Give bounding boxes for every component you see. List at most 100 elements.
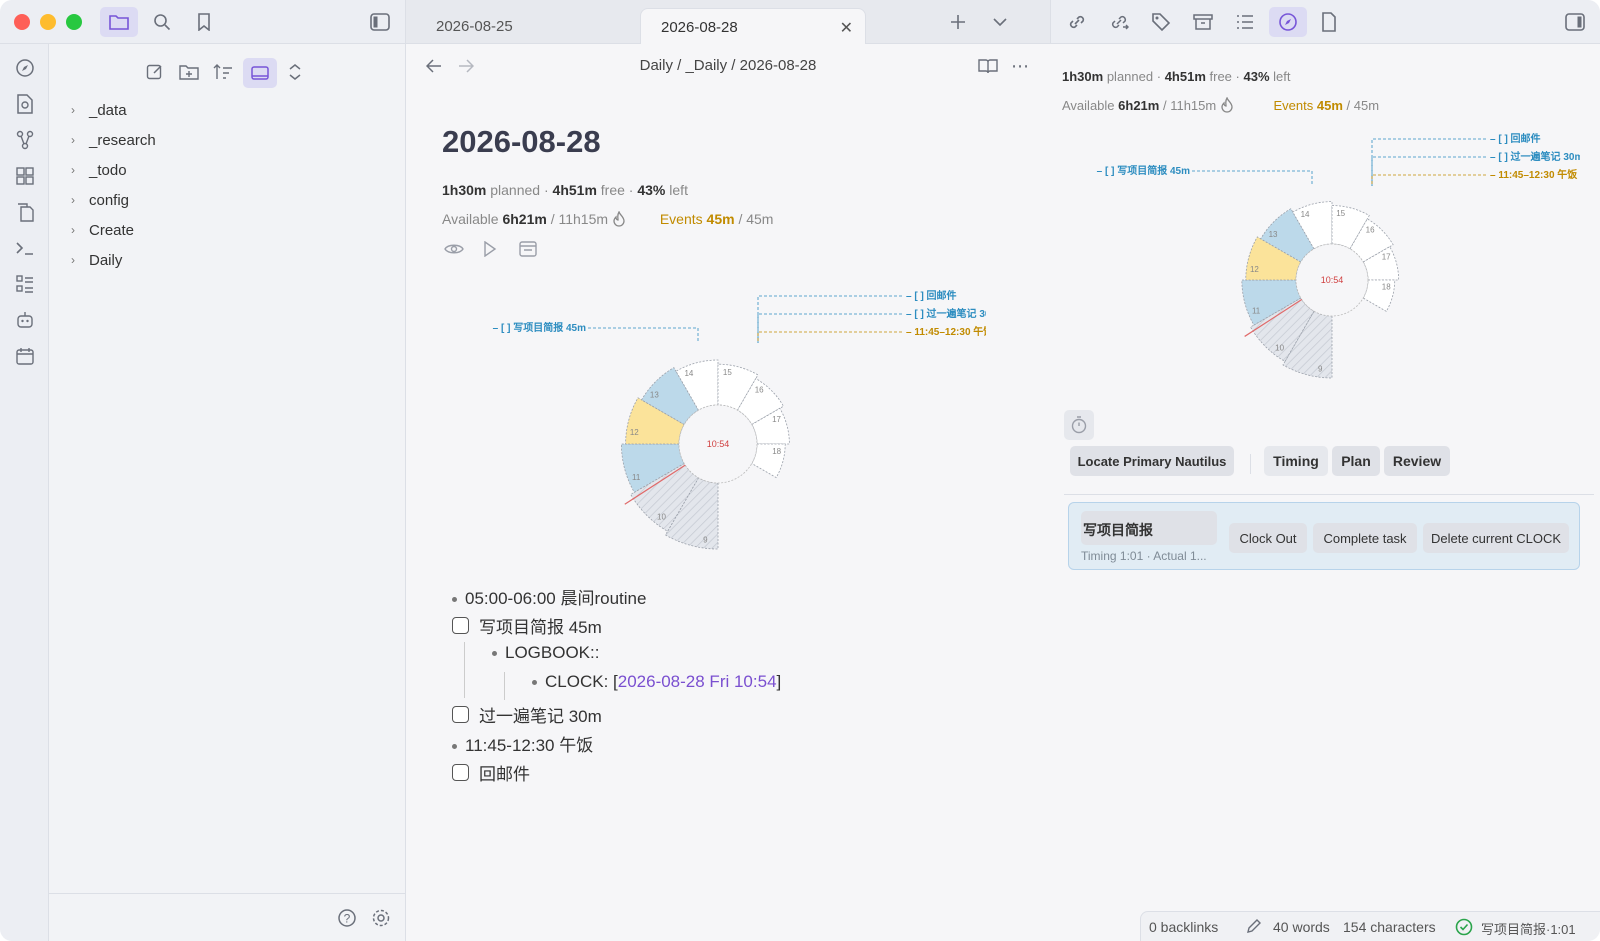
events-stat: Events 45m (660, 211, 739, 227)
tab-2026-08-28[interactable]: 2026-08-28 ✕ (640, 8, 866, 44)
locate-primary-nautilus-button[interactable]: Locate Primary Nautilus (1070, 446, 1234, 476)
graph-icon[interactable] (13, 128, 37, 152)
plan-tab-button[interactable]: Plan (1332, 446, 1380, 476)
help-icon[interactable]: ? (335, 906, 359, 930)
timing-tab-button[interactable]: Timing (1264, 446, 1328, 476)
available-label: Available (1062, 97, 1115, 113)
dashboard-icon[interactable] (13, 164, 37, 188)
search-icon[interactable] (150, 10, 174, 34)
new-note-icon[interactable] (141, 58, 169, 86)
hour-tick-label: 12 (630, 428, 639, 437)
folder-item[interactable]: › Daily (71, 248, 122, 272)
chart-annotation: – [ ] 回邮件 (1490, 132, 1541, 145)
hour-tick-label: 14 (1301, 210, 1310, 219)
new-folder-icon[interactable] (175, 58, 203, 86)
checklist-icon[interactable] (13, 272, 37, 296)
backlinks-count[interactable]: 0 backlinks (1149, 919, 1218, 935)
terminal-icon[interactable] (13, 236, 37, 260)
delete-current-clock-button[interactable]: Delete current CLOCK (1423, 523, 1569, 553)
breadcrumb[interactable]: Daily / _Daily / 2026-08-28 (406, 57, 1050, 74)
folder-item[interactable]: › _data (71, 98, 127, 122)
task-checkbox[interactable] (452, 617, 469, 634)
availability-stats: Available 6h21m / 11h15m Events 45m / 45… (442, 210, 842, 230)
folder-item[interactable]: › _todo (71, 158, 127, 182)
timer-icon[interactable] (1064, 410, 1094, 440)
task-item: 过一遍笔记 30m (452, 702, 602, 727)
close-tab-icon[interactable]: ✕ (840, 18, 853, 38)
zoom-window-button[interactable] (66, 14, 82, 30)
bot-icon[interactable] (13, 308, 37, 332)
chart-leader-line (1371, 174, 1486, 186)
compass-icon[interactable] (1269, 7, 1307, 37)
hour-tick-label: 9 (703, 535, 708, 544)
chevron-right-icon: › (71, 163, 75, 177)
events-value: 45m (1316, 97, 1343, 113)
hour-tick-label: 16 (755, 385, 764, 394)
collapse-all-icon[interactable] (281, 58, 309, 86)
available-total: / 11h15m (1162, 97, 1217, 113)
reading-view-icon[interactable] (976, 54, 1000, 78)
flame-icon (612, 210, 626, 230)
task-checkbox[interactable] (452, 764, 469, 781)
sidebar-toggle-icon[interactable] (368, 10, 392, 34)
chevron-right-icon: › (71, 223, 75, 237)
left-value: 43% (1243, 69, 1270, 84)
folder-item[interactable]: › _research (71, 128, 156, 152)
eye-icon[interactable] (442, 237, 466, 261)
file-icon[interactable] (1317, 10, 1341, 34)
clock-date-link[interactable]: 2026-08-28 Fri 10:54 (618, 672, 777, 691)
hour-tick-label: 18 (772, 447, 781, 456)
chart-leader-line (588, 327, 699, 343)
hour-tick-label: 13 (650, 390, 659, 399)
copy-icon[interactable] (13, 200, 37, 224)
play-icon[interactable] (478, 237, 502, 261)
close-window-button[interactable] (14, 14, 30, 30)
more-options-icon[interactable]: ⋯ (1008, 54, 1032, 78)
pencil-icon (1245, 917, 1263, 938)
right-sidebar-toggle-icon[interactable] (1563, 10, 1587, 34)
minimize-window-button[interactable] (40, 14, 56, 30)
chevron-down-icon[interactable] (988, 10, 1012, 34)
folder-icon[interactable] (100, 7, 138, 37)
outgoing-link-icon[interactable] (1107, 10, 1131, 34)
new-tab-icon[interactable] (946, 10, 970, 34)
word-count: 40 words (1273, 919, 1330, 935)
right-titlebar (1050, 0, 1600, 44)
folder-item[interactable]: › config (71, 188, 129, 212)
sort-icon[interactable] (209, 58, 237, 86)
task-text: 写项目简报 45m (479, 618, 602, 637)
status-clock: 写项目简报·1:01 (1481, 922, 1576, 937)
folder-label: config (89, 191, 130, 209)
current-task-name[interactable]: 写项目简报 (1081, 511, 1217, 545)
available-value: 6h21m (502, 211, 547, 228)
list-item: LOGBOOK:: (492, 643, 599, 663)
calendar-view-icon[interactable] (516, 237, 540, 261)
complete-task-button[interactable]: Complete task (1313, 523, 1417, 553)
compass-icon[interactable] (13, 56, 37, 80)
tab-2026-08-25[interactable]: 2026-08-25 (406, 8, 636, 44)
settings-gear-icon[interactable] (369, 906, 393, 930)
folder-label: _data (89, 101, 127, 119)
hour-tick-label: 15 (723, 368, 732, 377)
chevron-right-icon: › (71, 193, 75, 207)
day-spiral-chart: 9 10 11 12 13 14 15 16 17 18 10:54 – [ ] 写项目简报 45m –… (1097, 132, 1580, 379)
clock-out-button[interactable]: Clock Out (1229, 523, 1307, 553)
hour-tick-label: 17 (772, 415, 781, 424)
calendar-icon[interactable] (13, 344, 37, 368)
tag-icon[interactable] (1149, 10, 1173, 34)
hour-tick-label: 12 (1250, 265, 1259, 274)
auto-reveal-icon[interactable] (243, 58, 277, 88)
folder-item[interactable]: › Create (71, 218, 134, 242)
backlink-icon[interactable] (1065, 10, 1089, 34)
review-tab-button[interactable]: Review (1384, 446, 1450, 476)
bookmark-icon[interactable] (192, 10, 216, 34)
list-item: CLOCK: [2026-08-28 Fri 10:54] (532, 672, 781, 692)
task-item: 写项目简报 45m (452, 613, 602, 638)
task-checkbox[interactable] (452, 706, 469, 723)
available-total: / 11h15m (550, 211, 609, 228)
chart-annotation: – [ ] 过一遍笔记 30m (906, 307, 986, 320)
chart-annotation: – 11:45–12:30 午饭 (906, 325, 986, 338)
outline-list-icon[interactable] (1233, 10, 1257, 34)
archive-icon[interactable] (1191, 10, 1215, 34)
file-search-icon[interactable] (13, 92, 37, 116)
